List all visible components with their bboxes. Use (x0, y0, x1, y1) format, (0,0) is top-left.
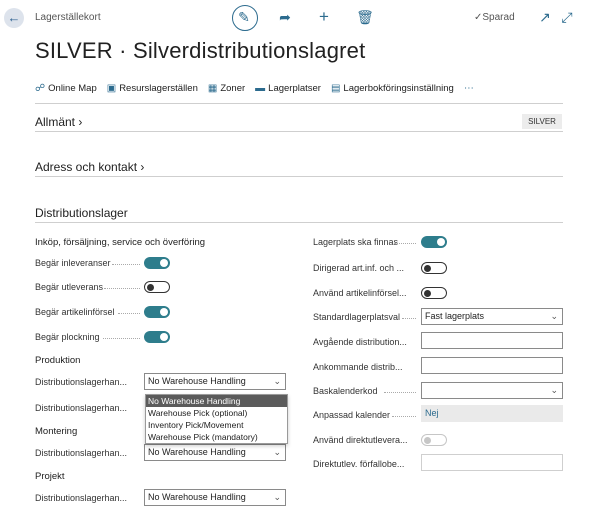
cross-dock-due-date-label: Direktutlev. förfallobe... (313, 459, 405, 469)
dropdown-option[interactable]: Warehouse Pick (optional) (146, 407, 287, 419)
group-title-purchase-sales: Inköp, försäljning, service och överföri… (35, 237, 206, 248)
field-dots (392, 416, 416, 418)
use-cross-dock-label: Använd direktutlevera... (313, 435, 408, 445)
chevron-down-icon: ⌄ (273, 447, 281, 457)
divider (35, 131, 563, 132)
saved-status: ✓Sparad (474, 12, 515, 23)
custom-calendar-value[interactable]: Nej (421, 405, 563, 422)
field-dots (394, 243, 416, 245)
section-general-header[interactable]: Allmänt › (35, 115, 82, 129)
require-put-away-label: Begär artikelinförsel (35, 307, 115, 317)
require-receive-toggle[interactable] (144, 257, 170, 269)
inbound-bin-label: Ankommande distrib... (313, 362, 403, 372)
proj-handling-label: Distributionslagerhan... (35, 493, 128, 503)
action-inventory-posting-setup[interactable]: ▤ Lagerbokföringsinställning (331, 83, 454, 94)
custom-calendar-label: Anpassad kalender (313, 410, 391, 420)
prod-handling-1-label: Distributionslagerhan... (35, 377, 128, 387)
field-dots (103, 338, 140, 340)
cross-dock-due-date-input[interactable] (421, 454, 563, 471)
divider (35, 222, 563, 223)
default-bin-selection-label: Standardlagerplatsval (313, 312, 401, 322)
require-put-away-toggle[interactable] (144, 306, 170, 318)
page-title: SILVER · Silverdistributionslagret (35, 38, 366, 63)
chevron-down-icon: ⌄ (550, 311, 558, 321)
group-title-assembly: Montering (35, 426, 78, 437)
add-icon[interactable]: + (313, 6, 335, 28)
require-pick-toggle[interactable] (144, 331, 170, 343)
share-icon[interactable]: ➦ (274, 6, 296, 28)
divider (35, 176, 563, 177)
dropdown-option[interactable]: Inventory Pick/Movement (146, 419, 287, 431)
delete-icon[interactable]: 🗑 (354, 6, 376, 28)
use-cross-dock-toggle[interactable] (421, 434, 447, 446)
expand-icon[interactable]: ⤢ (556, 6, 578, 28)
use-put-away-worksheet-label: Använd artikelinförsel... (313, 288, 407, 298)
directed-putaway-toggle[interactable] (421, 262, 447, 274)
field-dots (384, 392, 416, 394)
require-shipment-label: Begär utleverans (35, 282, 104, 292)
default-bin-selection-select[interactable]: Fast lagerplats ⌄ (421, 308, 563, 325)
action-bar: ☍ Online Map ▣ Resurslagerställen ▦ Zoner ▬… (35, 83, 474, 94)
section-warehouse-header[interactable]: Distributionslager (35, 206, 128, 220)
require-receive-label: Begär inleveranser (35, 258, 111, 268)
base-calendar-select[interactable]: ⌄ (421, 382, 563, 399)
dropdown-option[interactable]: Warehouse Pick (mandatory) (146, 431, 287, 443)
section-address-header[interactable]: Adress och kontakt › (35, 160, 144, 174)
back-arrow-icon: ← (7, 10, 21, 25)
asm-handling-select[interactable]: No Warehouse Handling ⌄ (144, 444, 286, 461)
outbound-bin-input[interactable] (421, 332, 563, 349)
inbound-bin-input[interactable] (421, 357, 563, 374)
zones-icon: ▦ (207, 83, 218, 94)
bin-mandatory-toggle[interactable] (421, 236, 447, 248)
action-online-map[interactable]: ☍ Online Map (35, 83, 97, 94)
breadcrumb: Lagerställekort (35, 12, 101, 23)
field-dots (118, 313, 140, 315)
general-summary-badge: SILVER (522, 114, 562, 129)
require-shipment-toggle[interactable] (144, 281, 170, 293)
bins-icon: ▬ (255, 83, 266, 94)
open-new-window-icon[interactable]: ↗ (534, 6, 556, 28)
prod-handling-1-select[interactable]: No Warehouse Handling ⌄ (144, 373, 286, 390)
action-zones[interactable]: ▦ Zoner (208, 83, 245, 94)
chevron-down-icon: ⌄ (550, 385, 558, 395)
directed-putaway-label: Dirigerad art.inf. och ... (313, 263, 405, 273)
field-dots (112, 264, 140, 266)
use-put-away-worksheet-toggle[interactable] (421, 287, 447, 299)
proj-handling-select[interactable]: No Warehouse Handling ⌄ (144, 489, 286, 506)
back-button[interactable]: ← (4, 8, 24, 28)
chevron-right-icon: › (75, 115, 83, 129)
chevron-right-icon: › (137, 160, 145, 174)
field-dots (104, 288, 140, 290)
divider (35, 103, 563, 104)
base-calendar-label: Baskalenderkod (313, 386, 378, 396)
handling-dropdown-list: No Warehouse Handling Warehouse Pick (op… (145, 394, 288, 444)
inventory-posting-icon: ▤ (330, 83, 341, 94)
require-pick-label: Begär plockning (35, 332, 100, 342)
chevron-down-icon: ⌄ (273, 492, 281, 502)
map-icon: ☍ (35, 83, 46, 94)
pencil-icon: ✎ (238, 9, 250, 25)
group-title-production: Produktion (35, 355, 81, 366)
more-actions-button[interactable]: ⋯ (464, 83, 474, 94)
dropdown-option[interactable]: No Warehouse Handling (146, 395, 287, 407)
bin-mandatory-label: Lagerplats ska finnas (313, 237, 399, 247)
group-title-project: Projekt (35, 471, 65, 482)
action-resource-locations[interactable]: ▣ Resurslagerställen (107, 83, 198, 94)
resource-location-icon: ▣ (106, 83, 117, 94)
asm-handling-label: Distributionslagerhan... (35, 448, 128, 458)
prod-handling-2-label: Distributionslagerhan... (35, 403, 128, 413)
outbound-bin-label: Avgående distribution... (313, 337, 407, 347)
chevron-down-icon: ⌄ (273, 376, 281, 386)
field-dots (402, 318, 416, 320)
more-icon: ⋯ (463, 83, 474, 94)
action-bins[interactable]: ▬ Lagerplatser (255, 83, 321, 94)
